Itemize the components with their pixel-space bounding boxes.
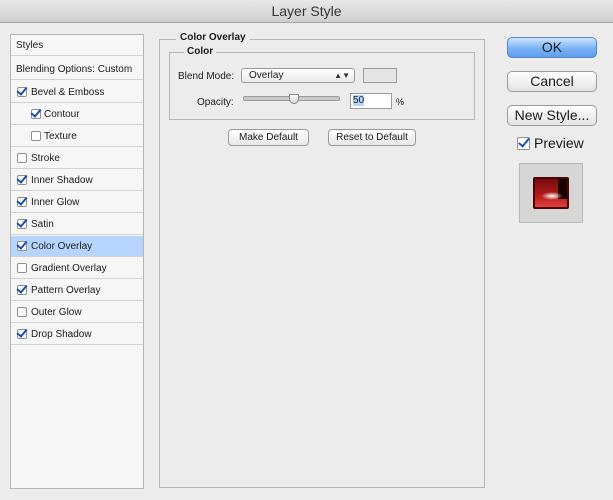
sidebar-item-label: Stroke xyxy=(31,153,60,164)
gradient-overlay-checkbox[interactable] xyxy=(17,263,27,273)
sidebar-header-styles[interactable]: Styles xyxy=(11,35,143,56)
overlay-color-swatch[interactable] xyxy=(363,68,397,83)
opacity-value: 50 xyxy=(353,95,365,106)
reset-to-default-button[interactable]: Reset to Default xyxy=(328,129,416,146)
group-title: Color xyxy=(184,46,217,57)
styles-sidebar: Styles Blending Options: Custom Bevel & … xyxy=(10,34,144,489)
updown-arrows-icon: ▲▼ xyxy=(334,71,350,80)
contour-checkbox[interactable] xyxy=(31,109,41,119)
sidebar-item-inner-glow[interactable]: Inner Glow xyxy=(11,192,143,213)
sidebar-item-contour[interactable]: Contour xyxy=(11,104,143,125)
opacity-slider-handle[interactable] xyxy=(288,94,299,104)
window-title: Layer Style xyxy=(0,0,613,23)
sidebar-item-satin[interactable]: Satin xyxy=(11,214,143,235)
sidebar-item-label: Satin xyxy=(31,219,54,230)
sidebar-item-label: Gradient Overlay xyxy=(31,263,107,274)
blend-mode-value: Overlay xyxy=(249,70,284,81)
sidebar-item-inner-shadow[interactable]: Inner Shadow xyxy=(11,170,143,191)
sidebar-item-outer-glow[interactable]: Outer Glow xyxy=(11,302,143,323)
opacity-unit: % xyxy=(396,97,405,107)
sidebar-item-label: Color Overlay xyxy=(31,241,93,252)
sidebar-item-label: Inner Shadow xyxy=(31,175,93,186)
opacity-input[interactable]: 50 xyxy=(350,93,392,109)
inner-glow-checkbox[interactable] xyxy=(17,197,27,207)
sidebar-item-drop-shadow[interactable]: Drop Shadow xyxy=(11,324,143,345)
satin-checkbox[interactable] xyxy=(17,219,27,229)
sidebar-item-color-overlay[interactable]: Color Overlay xyxy=(11,236,143,257)
pattern-overlay-checkbox[interactable] xyxy=(17,285,27,295)
new-style-button[interactable]: New Style... xyxy=(507,105,597,126)
preview-checkbox[interactable] xyxy=(517,137,530,150)
sidebar-item-label: Pattern Overlay xyxy=(31,285,101,296)
ok-button[interactable]: OK xyxy=(507,37,597,58)
sidebar-item-stroke[interactable]: Stroke xyxy=(11,148,143,169)
inner-shadow-checkbox[interactable] xyxy=(17,175,27,185)
stroke-checkbox[interactable] xyxy=(17,153,27,163)
sidebar-item-gradient-overlay[interactable]: Gradient Overlay xyxy=(11,258,143,279)
sidebar-item-bevel-emboss[interactable]: Bevel & Emboss xyxy=(11,82,143,103)
cancel-button[interactable]: Cancel xyxy=(507,71,597,92)
panel-title: Color Overlay xyxy=(176,32,250,43)
bevel-emboss-checkbox[interactable] xyxy=(17,87,27,97)
sidebar-item-label: Texture xyxy=(44,131,77,142)
drop-shadow-checkbox[interactable] xyxy=(17,329,27,339)
sidebar-item-label: Contour xyxy=(44,109,80,120)
opacity-label: Opacity: xyxy=(197,97,234,108)
preview-label: Preview xyxy=(534,135,584,151)
sidebar-item-label: Outer Glow xyxy=(31,307,82,318)
sidebar-item-pattern-overlay[interactable]: Pattern Overlay xyxy=(11,280,143,301)
sidebar-item-label: Bevel & Emboss xyxy=(31,87,105,98)
outer-glow-checkbox[interactable] xyxy=(17,307,27,317)
sidebar-item-label: Inner Glow xyxy=(31,197,80,208)
color-overlay-checkbox[interactable] xyxy=(17,241,27,251)
sidebar-item-label: Drop Shadow xyxy=(31,329,92,340)
sidebar-item-texture[interactable]: Texture xyxy=(11,126,143,147)
sidebar-header-blending-options[interactable]: Blending Options: Custom xyxy=(11,59,143,80)
preview-swatch-icon xyxy=(533,177,569,209)
texture-checkbox[interactable] xyxy=(31,131,41,141)
make-default-button[interactable]: Make Default xyxy=(228,129,309,146)
blend-mode-select[interactable]: Overlay ▲▼ xyxy=(241,68,355,83)
style-preview-thumbnail xyxy=(519,163,583,223)
blend-mode-label: Blend Mode: xyxy=(178,71,235,82)
color-group xyxy=(169,52,475,120)
